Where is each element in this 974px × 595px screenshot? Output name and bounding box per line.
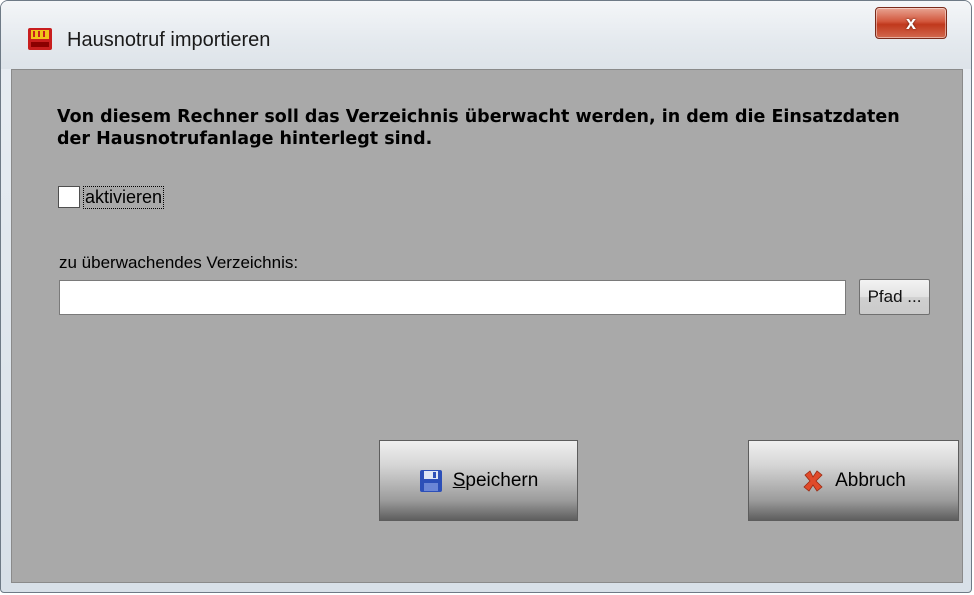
instruction-text: Von diesem Rechner soll das Verzeichnis … (57, 107, 900, 149)
save-label: Speichern (452, 469, 539, 491)
activate-row[interactable]: aktivieren (58, 185, 165, 209)
window-title: Hausnotruf importieren (67, 29, 271, 51)
close-icon: x (905, 12, 916, 33)
close-button[interactable]: x (875, 7, 947, 39)
dialog-window: Hausnotruf importieren x Von diesem Rech… (0, 0, 972, 593)
directory-input[interactable] (59, 280, 846, 315)
floppy-disk-icon (419, 469, 442, 492)
cancel-label: Abbruch (835, 469, 906, 491)
title-bar[interactable]: Hausnotruf importieren x (1, 1, 971, 69)
activate-checkbox[interactable] (58, 186, 80, 208)
cancel-button[interactable]: Abbruch (748, 440, 959, 521)
client-area: Von diesem Rechner soll das Verzeichnis … (11, 69, 963, 583)
path-button[interactable]: Pfad ... (859, 279, 930, 315)
save-button[interactable]: Speichern (379, 440, 578, 521)
activate-label[interactable]: aktivieren (82, 185, 165, 209)
directory-label: zu überwachendes Verzeichnis: (59, 253, 299, 272)
red-x-icon (803, 469, 823, 492)
app-icon (28, 28, 52, 50)
